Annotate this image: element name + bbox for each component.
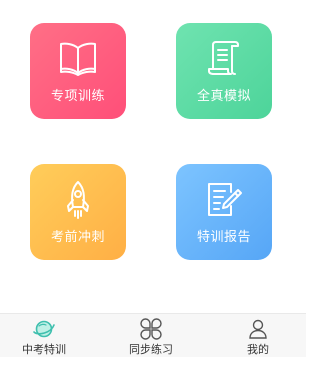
bottom-spacer: [0, 357, 306, 371]
planet-icon: [4, 318, 84, 340]
tile-pre-exam-sprint[interactable]: 考前冲刺: [30, 164, 126, 260]
user-icon: [218, 318, 298, 340]
open-book-icon: [30, 39, 126, 79]
tab-label: 中考特训: [22, 343, 66, 356]
tile-training-report[interactable]: 特训报告: [176, 164, 272, 260]
four-petal-icon: [111, 318, 191, 340]
tab-sync-practice[interactable]: 同步练习: [111, 314, 191, 358]
scroll-icon: [176, 39, 272, 79]
rocket-icon: [30, 180, 126, 220]
tile-full-simulation[interactable]: 全真模拟: [176, 23, 272, 119]
bottom-tab-bar: 中考特训 同步练习 我的: [0, 313, 306, 357]
tile-special-training[interactable]: 专项训练: [30, 23, 126, 119]
tile-label: 考前冲刺: [50, 230, 105, 245]
tile-label: 特训报告: [196, 230, 251, 245]
tab-label: 我的: [247, 343, 269, 356]
report-edit-icon: [176, 180, 272, 220]
tile-label: 专项训练: [50, 89, 105, 104]
tab-exam-training[interactable]: 中考特训: [4, 314, 84, 358]
tab-label: 同步练习: [129, 343, 173, 356]
tab-mine[interactable]: 我的: [218, 314, 298, 358]
tile-label: 全真模拟: [196, 89, 251, 104]
